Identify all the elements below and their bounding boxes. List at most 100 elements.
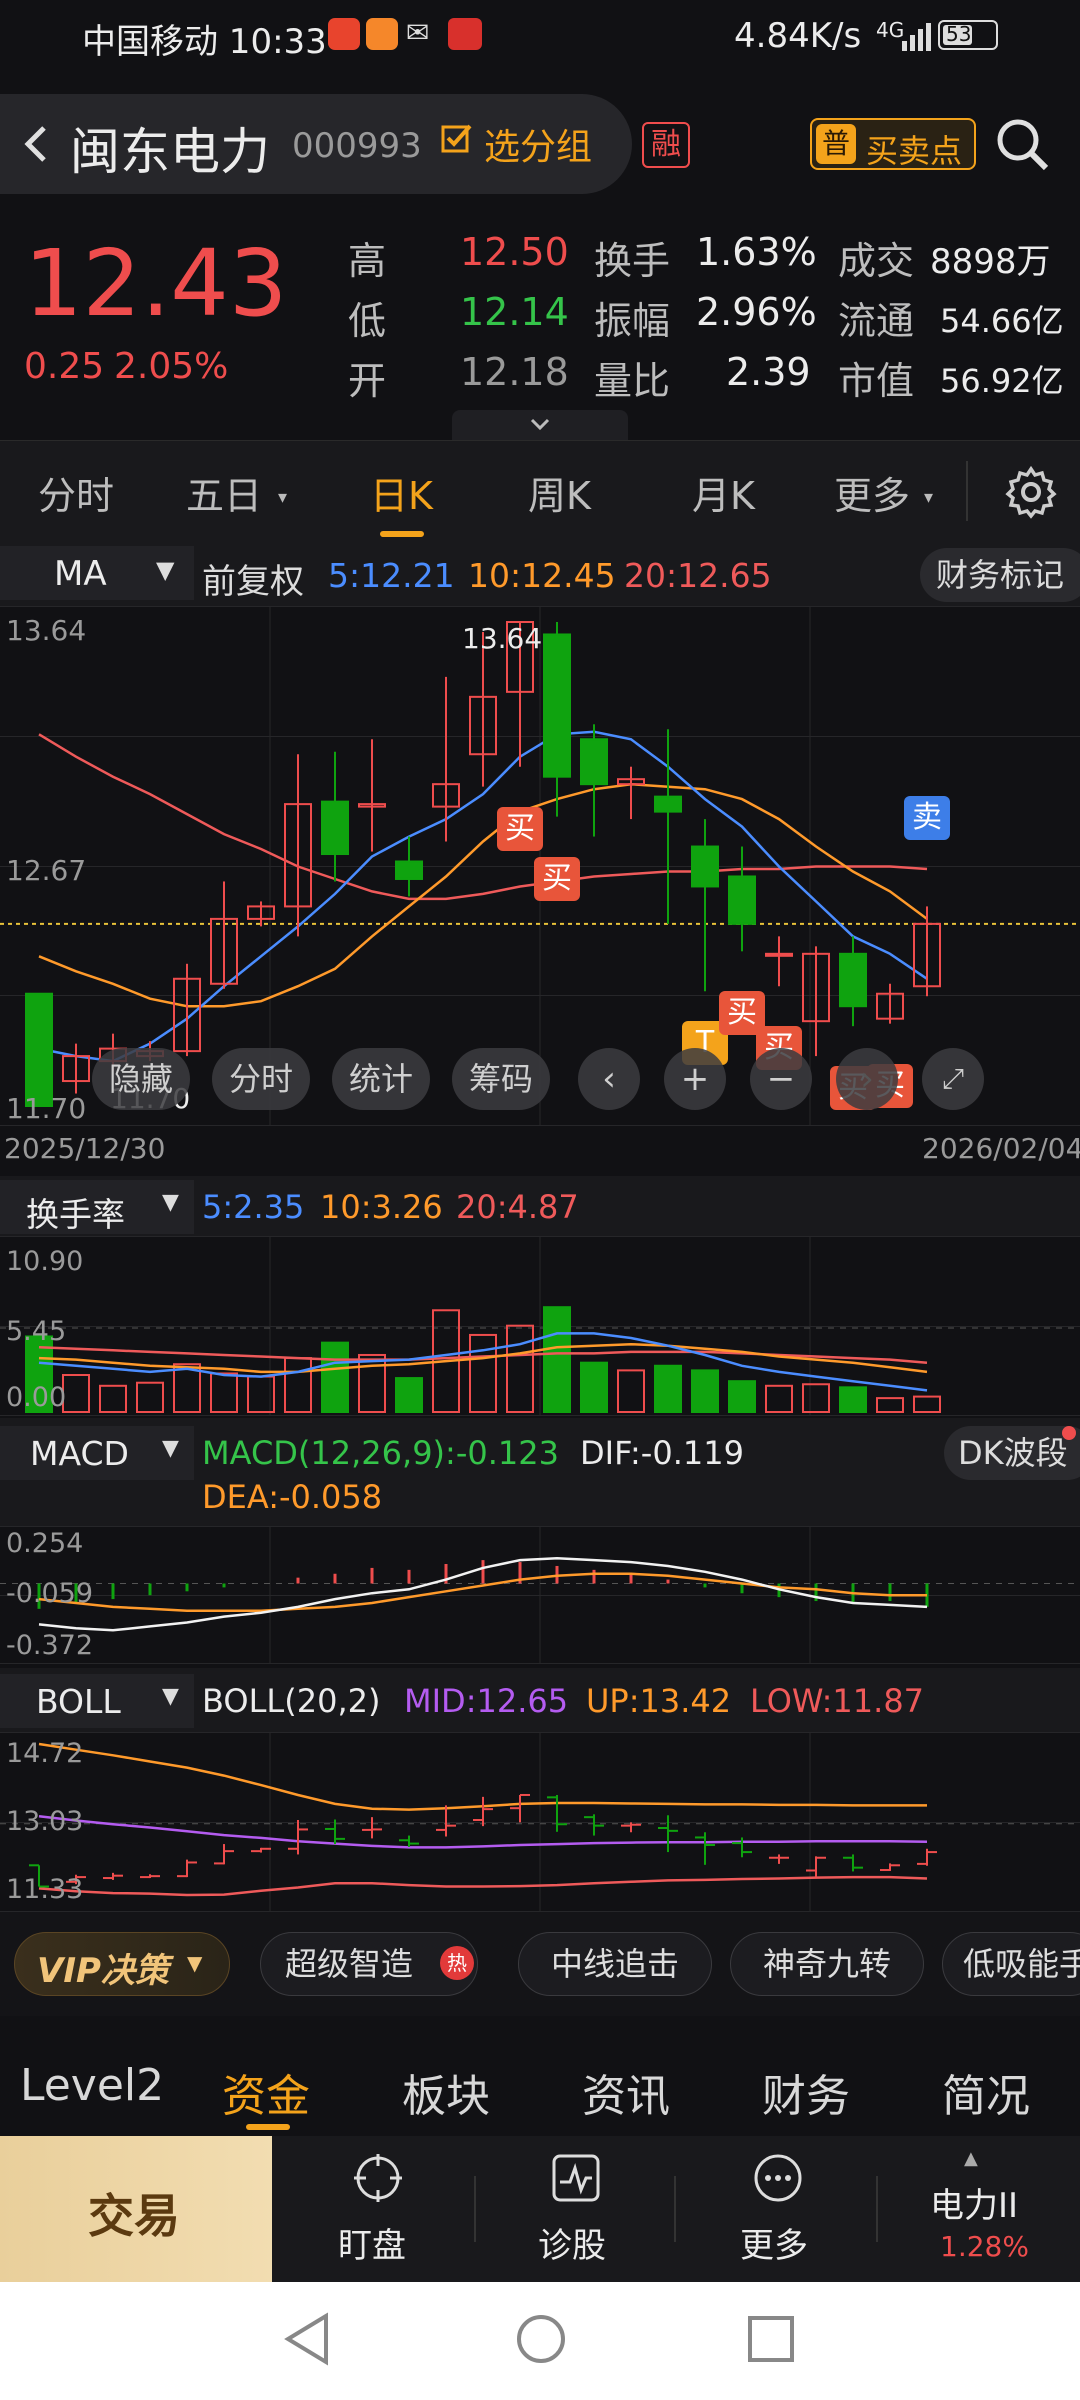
sector-quote-button[interactable]: ▲ 电力II 1.28% [900, 2148, 1070, 2272]
macd-dif: DIF:-0.119 [580, 1434, 744, 1472]
vip-decision-button[interactable]: VIP决策 ▼ [14, 1932, 230, 1996]
chips-button[interactable]: 筹码 [452, 1048, 550, 1110]
high-label: 高 [348, 239, 387, 283]
tab-daily-k[interactable]: 日K [370, 465, 433, 520]
nav-back-icon[interactable] [282, 2312, 332, 2366]
kline-chart[interactable]: 13.64 12.67 11.70 13.64 11.70 买买T买买买买卖 隐… [0, 606, 1080, 1126]
tab-news[interactable]: 资讯 [582, 2060, 670, 2124]
low-value: 12.14 [460, 290, 569, 334]
wechat-icon: ✉ [406, 16, 430, 49]
turnover-selector[interactable]: 换手率 ▼ [0, 1180, 194, 1234]
tab-five-day[interactable]: 五日 [186, 465, 262, 520]
float-label: 流通 [838, 299, 915, 343]
ma-selector[interactable]: MA ▼ [0, 546, 194, 600]
vip-label: VIP决策 [37, 1951, 169, 1991]
turnover-bar [358, 1353, 386, 1414]
period-tabs: 分时 五日 ▾ 日K 周K 月K 更多 ▾ [0, 440, 1080, 540]
back-icon[interactable] [12, 114, 62, 174]
turnover-bar [99, 1384, 127, 1414]
ma-header: MA ▼ 前复权 5:12.21 10:12.45 20:12.65 财务标记 [0, 540, 1080, 606]
chevron-left-icon[interactable]: ‹ [578, 1048, 640, 1110]
strategy-low-buy[interactable]: 低吸能手 [942, 1932, 1080, 1996]
turnover-chart[interactable]: 10.90 5.45 0.00 [0, 1236, 1080, 1416]
buysell-badge: 普 [816, 124, 856, 164]
diagnose-button[interactable]: 诊股 [512, 2148, 642, 2272]
tab-more[interactable]: 更多 [834, 465, 910, 520]
buy-signal-tag[interactable]: 买 [534, 856, 580, 901]
ma5-value: 5:12.21 [328, 556, 455, 595]
turnover-y-top: 10.90 [6, 1246, 84, 1277]
trade-button[interactable]: 交易 [0, 2136, 272, 2282]
tab-level2[interactable]: Level2 [20, 2060, 164, 2111]
boll-y-bottom: 11.33 [6, 1874, 84, 1905]
plus-icon[interactable]: + [664, 1048, 726, 1110]
tab-profile[interactable]: 简况 [942, 2060, 1030, 2124]
turnover-y-bottom: 0.00 [6, 1382, 67, 1413]
more-button[interactable]: 更多 [712, 2148, 842, 2272]
current-price: 12.43 [24, 230, 288, 337]
battery-level: 53 [946, 22, 972, 46]
boll-header: BOLL ▼ BOLL(20,2) MID:12.65 UP:13.42 LOW… [0, 1668, 1080, 1732]
strategy-midline-chase[interactable]: 中线追击 [518, 1932, 712, 1996]
boll-low-line [38, 1875, 928, 1897]
expand-quote-button[interactable] [452, 410, 628, 440]
margin-trading-badge[interactable]: 融 [642, 122, 690, 168]
turnover-bar [802, 1383, 830, 1413]
tab-finance[interactable]: 财务 [762, 2060, 850, 2124]
tab-weekly-k[interactable]: 周K [528, 465, 591, 520]
hide-button[interactable]: 隐藏 [92, 1048, 190, 1110]
turnover-y-mid: 5.45 [6, 1316, 67, 1347]
turnover-bar [691, 1369, 719, 1413]
stats-button[interactable]: 统计 [332, 1048, 430, 1110]
sector-name: 电力II [930, 2186, 1019, 2226]
turnover-bar [469, 1333, 497, 1413]
watch-button[interactable]: 盯盘 [310, 2148, 440, 2272]
nav-recents-icon[interactable] [746, 2314, 796, 2364]
turnover-bar [654, 1364, 682, 1414]
notification-dot [1062, 1426, 1076, 1440]
adjust-type[interactable]: 前复权 [202, 554, 304, 603]
tab-sector[interactable]: 板块 [402, 2060, 490, 2124]
dk-band-button[interactable]: DK波段 [944, 1426, 1080, 1480]
checkbox-edit-icon[interactable] [440, 122, 474, 156]
tab-monthly-k[interactable]: 月K [692, 465, 755, 520]
divider [474, 2176, 476, 2242]
deal-label: 成交 [838, 239, 915, 283]
macd-selector[interactable]: MACD ▼ [0, 1426, 194, 1480]
active-tab-indicator [380, 531, 424, 537]
volume-ratio-value: 2.39 [726, 350, 811, 394]
chevron-right-icon[interactable]: › [836, 1048, 898, 1110]
strategy-magic-nine[interactable]: 神奇九转 [730, 1932, 924, 1996]
turnover-ma20: 20:4.87 [456, 1188, 579, 1226]
turnover-bar [913, 1395, 941, 1414]
group-select-button[interactable]: 选分组 [484, 118, 592, 170]
gear-icon[interactable] [1004, 465, 1058, 519]
macd-dif-line [38, 1556, 928, 1632]
chevron-down-icon [526, 412, 554, 436]
turnover-bar [728, 1380, 756, 1414]
intraday-overlay-button[interactable]: 分时 [212, 1048, 310, 1110]
nav-home-icon[interactable] [514, 2312, 568, 2366]
tab-intraday[interactable]: 分时 [38, 465, 114, 520]
buy-signal-tag[interactable]: 买 [497, 806, 543, 851]
minus-icon[interactable]: − [750, 1048, 812, 1110]
search-icon[interactable] [994, 116, 1052, 174]
bottom-action-bar: 交易 盯盘 诊股 更多 ▲ 电力II 1.28% [0, 2136, 1080, 2282]
buysell-points-button[interactable]: 普 买卖点 [810, 118, 976, 170]
macd-chart[interactable]: 0.254 -0.059 -0.372 [0, 1526, 1080, 1664]
price-change: 0.25 [24, 346, 105, 387]
watch-label: 盯盘 [338, 2226, 406, 2266]
battery-icon: 53 [938, 20, 998, 50]
fullscreen-icon[interactable]: ⤢ [922, 1048, 984, 1110]
boll-chart[interactable]: 14.72 13.03 11.33 [0, 1732, 1080, 1912]
tab-funds[interactable]: 资金 [222, 2060, 310, 2124]
turnover-bar [506, 1324, 534, 1413]
active-bottom-tab-indicator [246, 2124, 290, 2130]
app-notification-icon [328, 18, 360, 50]
boll-selector[interactable]: BOLL ▼ [0, 1674, 194, 1728]
quote-panel: 12.43 0.25 2.05% 高 12.50 低 12.14 开 12.18… [0, 200, 1080, 440]
sell-signal-tag[interactable]: 卖 [904, 796, 950, 841]
title-pill: 闽东电力 000993 选分组 [0, 94, 632, 194]
turnover-bar [136, 1381, 164, 1413]
finance-mark-button[interactable]: 财务标记 [920, 548, 1080, 602]
